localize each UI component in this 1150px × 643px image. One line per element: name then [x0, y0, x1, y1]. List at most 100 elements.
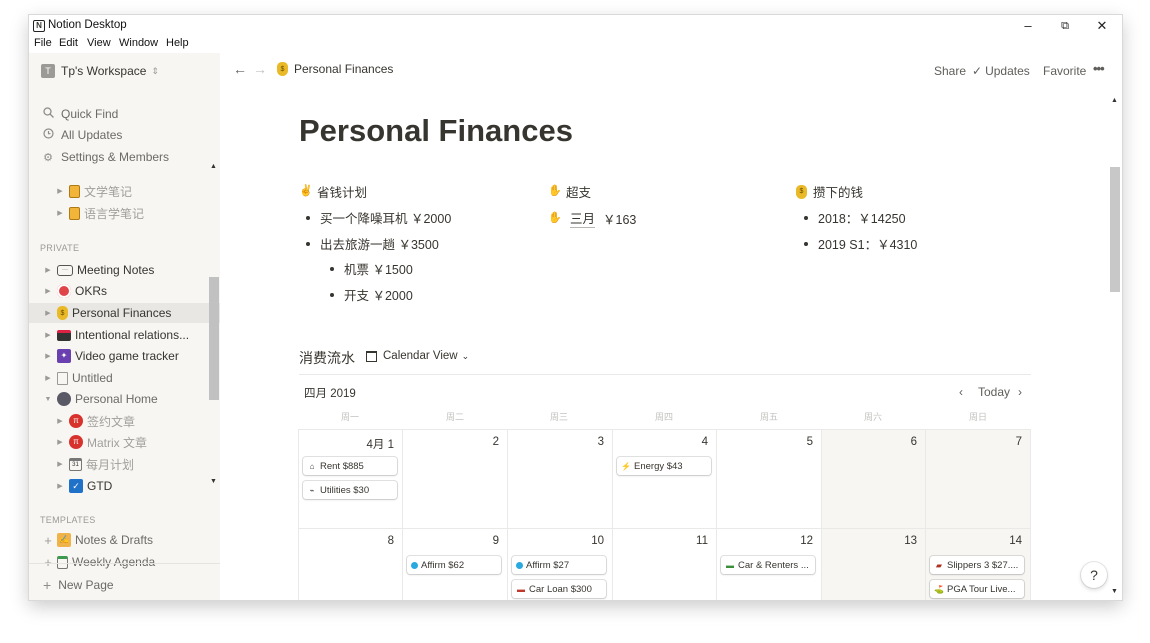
maximize-button[interactable]: ⧉ — [1048, 16, 1082, 36]
main-scrollbar-thumb[interactable] — [1110, 167, 1120, 292]
calendar-day[interactable]: 7 — [926, 430, 1031, 529]
share-button[interactable]: Share — [934, 64, 966, 78]
prev-month-chevron-icon[interactable]: ‹ — [959, 385, 963, 399]
close-button[interactable]: ✕ — [1085, 16, 1119, 36]
sidebar-scroll-up-icon[interactable]: ▲ — [210, 163, 217, 170]
sidebar-item-intentional-relations[interactable]: ▶ Intentional relations... — [29, 325, 221, 345]
calendar-day[interactable]: 13 — [822, 529, 926, 600]
calendar-day[interactable]: 14 ▰ Slippers 3 $27.... ⛳ PGA Tour Live... — [926, 529, 1031, 600]
event-card[interactable]: ⌂ Rent $885 — [303, 457, 397, 475]
calendar-day[interactable]: 10 Affirm $27 ▬ Car Loan $300 — [508, 529, 613, 600]
column-heading-savings-plan[interactable]: ✌ 省钱计划 — [299, 182, 367, 201]
calendar-day[interactable]: 4 ⚡ Energy $43 — [613, 430, 717, 529]
menu-help[interactable]: Help — [166, 37, 189, 49]
plus-icon[interactable]: + — [43, 533, 53, 548]
sidebar-scroll-down-icon[interactable]: ▼ — [210, 478, 217, 485]
list-item[interactable]: 出去旅游一趟 ￥3500 — [306, 234, 439, 253]
calendar-day[interactable]: 12 ▬ Car & Renters ... — [717, 529, 822, 600]
list-item-text: 机票 ￥1500 — [344, 263, 413, 277]
clock-icon — [41, 128, 55, 142]
calendar-day[interactable]: 8 — [298, 529, 403, 600]
list-item[interactable]: 开支 ￥2000 — [330, 285, 413, 304]
event-card[interactable]: Affirm $27 — [512, 556, 606, 574]
view-switcher[interactable]: Calendar View ⌄ — [366, 350, 469, 362]
sidebar-item-matrix[interactable]: ▶ π Matrix 文章 — [29, 432, 233, 452]
sidebar-item-untitled[interactable]: ▶ Untitled — [29, 368, 221, 388]
expand-triangle-icon[interactable]: ▶ — [43, 309, 53, 317]
calendar-day[interactable]: 6 — [822, 430, 926, 529]
plus-icon[interactable]: + — [43, 555, 53, 570]
sidebar-item-personal-finances[interactable]: ▶ $ Personal Finances — [29, 303, 221, 323]
calendar-day[interactable]: 4月 1 ⌂ Rent $885 ⌁ Utilities $30 — [298, 430, 403, 529]
column-heading-overspend[interactable]: ✋ 超支 — [548, 182, 591, 201]
back-arrow-icon[interactable]: ← — [233, 61, 247, 77]
next-month-chevron-icon[interactable]: › — [1018, 385, 1022, 399]
sidebar-scrollbar-thumb[interactable] — [209, 277, 219, 400]
page-title[interactable]: Personal Finances — [299, 113, 573, 149]
expand-triangle-icon[interactable]: ▶ — [43, 374, 53, 382]
updates-button[interactable]: ✓ Updates — [972, 64, 1030, 78]
sidebar-item-meeting-notes[interactable]: ▶ ··· Meeting Notes — [29, 260, 221, 280]
favorite-button[interactable]: Favorite — [1043, 64, 1086, 78]
calendar-grid: 4月 1 ⌂ Rent $885 ⌁ Utilities $30 2 3 4 ⚡ En… — [298, 429, 1031, 600]
event-card[interactable]: ⌁ Utilities $30 — [303, 481, 397, 499]
quick-find-link[interactable]: Quick Find — [41, 105, 118, 123]
today-button[interactable]: Today — [978, 385, 1010, 399]
expand-triangle-icon[interactable]: ▶ — [55, 209, 65, 217]
expand-triangle-icon[interactable]: ▼ — [43, 396, 53, 403]
event-card[interactable]: ▬ Car & Renters ... — [721, 556, 815, 574]
page-link-march[interactable]: 三月 — [570, 208, 596, 228]
sidebar-item-wenxue[interactable]: ▶ 文学笔记 — [29, 181, 233, 201]
expand-triangle-icon[interactable]: ▶ — [55, 187, 65, 195]
list-item[interactable]: 机票 ￥1500 — [330, 259, 413, 278]
forward-arrow-icon[interactable]: → — [253, 61, 267, 77]
workspace-switcher[interactable]: T Tp's Workspace ⇕ — [41, 61, 159, 81]
help-button[interactable]: ? — [1081, 562, 1107, 588]
expand-triangle-icon[interactable]: ▶ — [55, 482, 65, 490]
template-weekly-agenda[interactable]: + Weekly Agenda — [29, 552, 221, 572]
expand-triangle-icon[interactable]: ▶ — [55, 460, 65, 468]
all-updates-link[interactable]: All Updates — [41, 126, 122, 144]
expand-triangle-icon[interactable]: ▶ — [55, 417, 65, 425]
template-notes-drafts[interactable]: + ✍ Notes & Drafts — [29, 530, 221, 550]
minimize-button[interactable]: – — [1011, 16, 1045, 36]
sidebar-item-qianyue[interactable]: ▶ π 签约文章 — [29, 411, 233, 431]
expand-triangle-icon[interactable]: ▶ — [55, 438, 65, 446]
event-card[interactable]: Affirm $62 — [407, 556, 501, 574]
calendar-day[interactable]: 3 — [508, 430, 613, 529]
menu-edit[interactable]: Edit — [59, 37, 78, 49]
settings-members-link[interactable]: ⚙ Settings & Members — [41, 148, 169, 166]
sidebar-item-yuyanxue[interactable]: ▶ 语言学笔记 — [29, 203, 233, 223]
database-title[interactable]: 消费流水 — [299, 348, 355, 368]
menu-view[interactable]: View — [87, 37, 111, 49]
sidebar-item-personal-home[interactable]: ▼ Personal Home — [29, 389, 221, 409]
expand-triangle-icon[interactable]: ▶ — [43, 287, 53, 295]
sidebar-item-meiyue[interactable]: ▶ 31 每月计划 — [29, 454, 233, 474]
sidebar-item-okrs[interactable]: ▶ OKRs — [29, 281, 221, 301]
list-item[interactable]: 买一个降噪耳机 ￥2000 — [306, 208, 451, 227]
more-options-button[interactable]: ••• — [1093, 61, 1105, 76]
event-card[interactable]: ▬ Car Loan $300 — [512, 580, 606, 598]
list-item[interactable]: 2019 S1：￥4310 — [804, 234, 917, 253]
scroll-down-icon[interactable]: ▼ — [1111, 588, 1118, 595]
calendar-day[interactable]: 5 — [717, 430, 822, 529]
calendar-day[interactable]: 9 Affirm $62 — [403, 529, 508, 600]
column-heading-saved-money[interactable]: $ 攒下的钱 — [796, 182, 863, 201]
expand-triangle-icon[interactable]: ▶ — [43, 331, 53, 339]
overspend-entry[interactable]: ✋ 三月 ￥163 — [548, 208, 636, 228]
expand-triangle-icon[interactable]: ▶ — [43, 352, 53, 360]
expand-triangle-icon[interactable]: ▶ — [43, 266, 53, 274]
event-card[interactable]: ▰ Slippers 3 $27.... — [930, 556, 1024, 574]
calendar-day[interactable]: 2 — [403, 430, 508, 529]
event-card[interactable]: ⛳ PGA Tour Live... — [930, 580, 1024, 598]
scroll-up-icon[interactable]: ▲ — [1111, 97, 1118, 104]
sidebar-item-video-game-tracker[interactable]: ▶ ✦ Video game tracker — [29, 346, 221, 366]
event-card[interactable]: ⚡ Energy $43 — [617, 457, 711, 475]
menu-file[interactable]: File — [34, 37, 52, 49]
calendar-day[interactable]: 11 — [613, 529, 717, 600]
sidebar-item-gtd[interactable]: ▶ ✓ GTD — [29, 476, 233, 496]
list-item[interactable]: 2018：￥14250 — [804, 208, 906, 227]
breadcrumb[interactable]: $ Personal Finances — [277, 62, 393, 76]
menu-window[interactable]: Window — [119, 37, 158, 49]
new-page-button[interactable]: + New Page — [43, 577, 114, 593]
